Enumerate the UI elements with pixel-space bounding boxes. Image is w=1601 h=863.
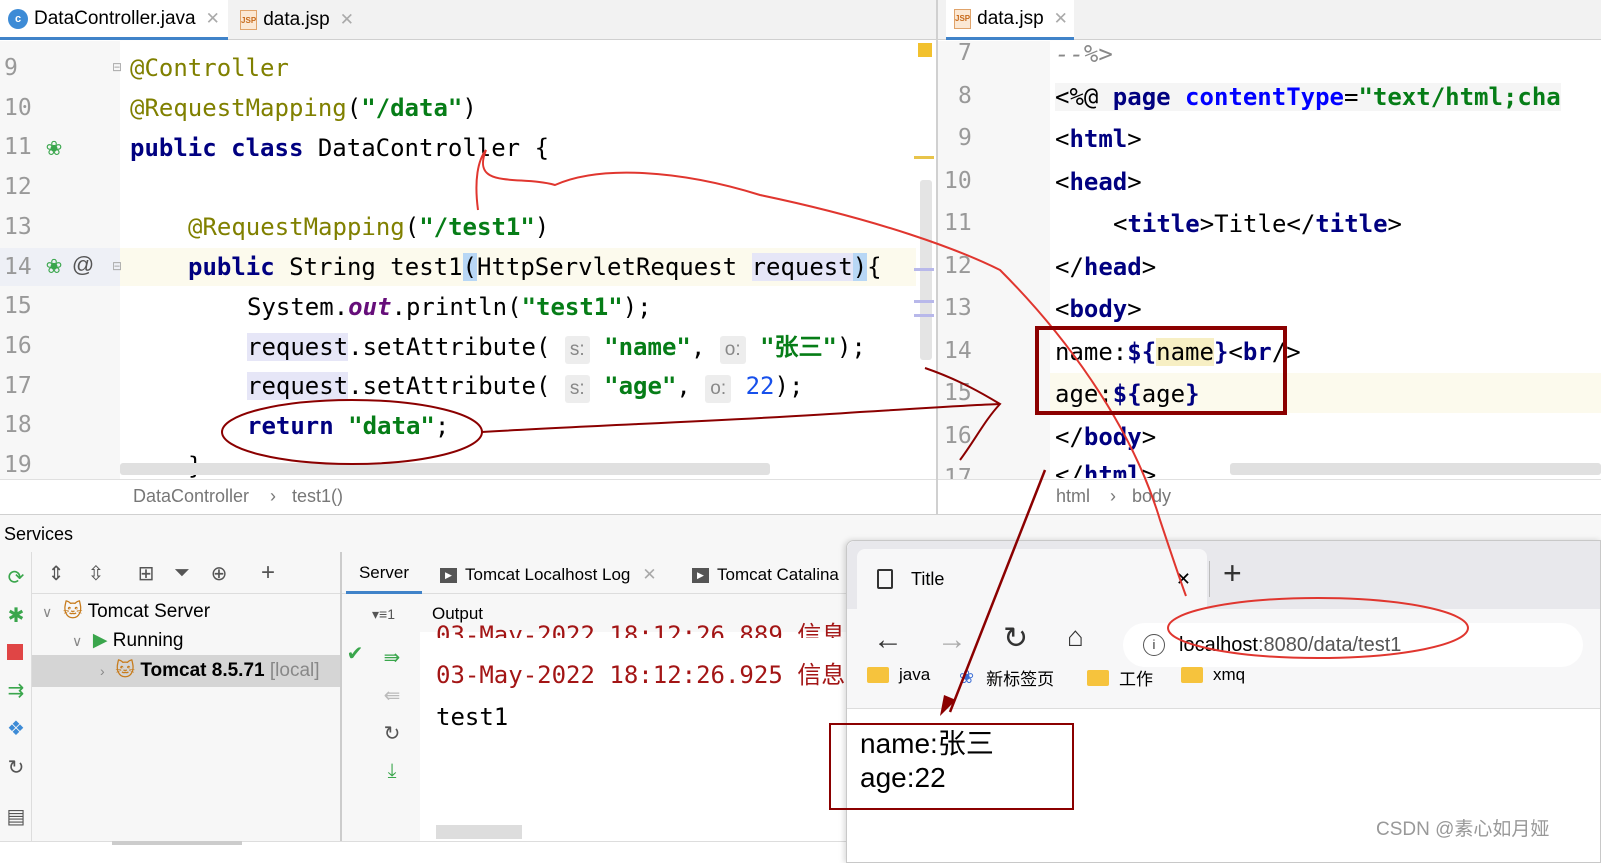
return-circle: [221, 399, 483, 465]
red-url-circle: [1167, 597, 1469, 659]
output-highlight-box: [829, 723, 1074, 810]
annotation-overlay: [221, 149, 1469, 810]
jsp-highlight-box: [1035, 326, 1287, 415]
output-arrow-line: [948, 469, 1047, 713]
return-arrow-line: [481, 403, 1001, 433]
return-arrow-head: [924, 367, 1002, 461]
red-arrow-curve: [475, 149, 1187, 597]
